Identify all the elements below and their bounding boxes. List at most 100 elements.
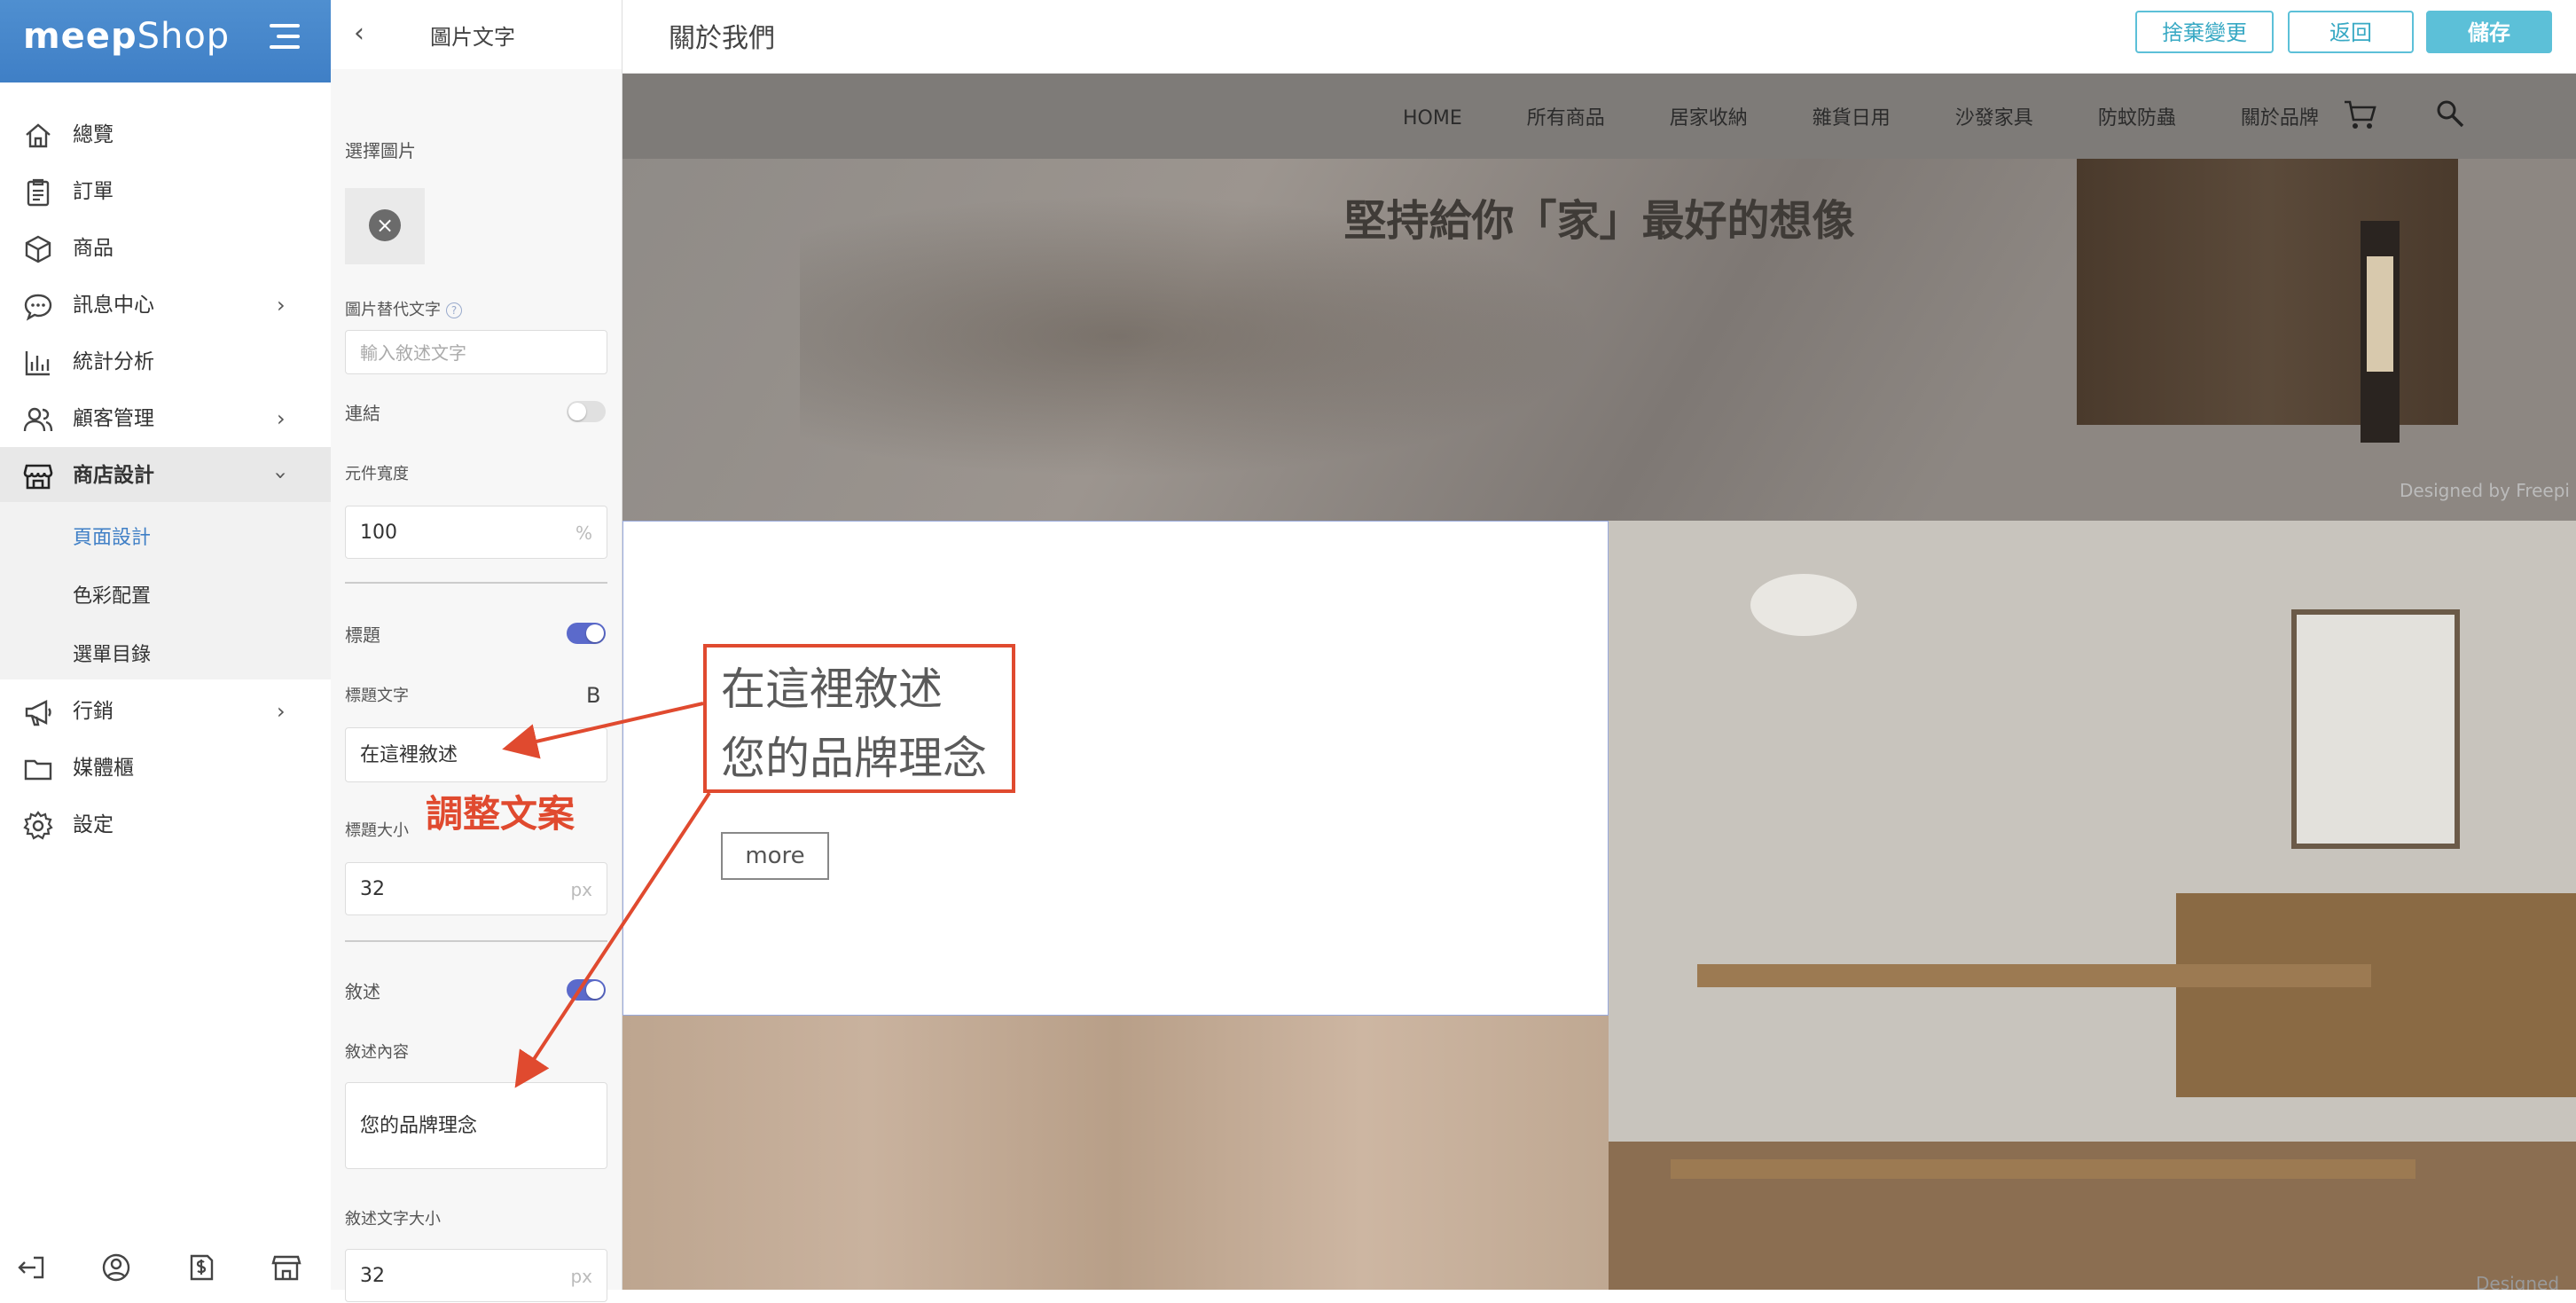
description-content-value: 您的品牌理念: [360, 1115, 478, 1137]
description-label: 敘述: [345, 981, 380, 1002]
search-icon[interactable]: [2435, 98, 2465, 129]
sidebar-item-label: 總覽: [73, 123, 114, 146]
chevron-right-icon: ›: [277, 406, 286, 431]
sidebar-item-products[interactable]: 商品: [0, 220, 331, 277]
site-nav-link[interactable]: HOME: [1403, 107, 1462, 130]
alt-text-label: 圖片替代文字?: [345, 297, 462, 320]
sidebar-item-overview[interactable]: 總覽: [0, 106, 331, 163]
site-navbar: HOME 所有商品 居家收納 雜貨日用 沙發家具 防蚊防蟲 關於品牌: [622, 74, 2576, 159]
page-title: 關於我們: [669, 23, 775, 54]
sidebar-item-label: 設定: [73, 813, 114, 836]
submenu-item-color-scheme[interactable]: 色彩配置: [73, 580, 151, 608]
alt-text-placeholder: 輸入敘述文字: [360, 342, 466, 364]
sidebar-footer: [0, 1242, 331, 1290]
heading-size-label: 標題大小: [345, 821, 409, 840]
link-toggle[interactable]: [567, 401, 606, 422]
left-sidebar: meepShop 總覽 訂單 商品 訊息中心 › 統計分析 顧客管理 › 商店設…: [0, 0, 331, 1290]
site-nav-link[interactable]: 防蚊防蟲: [2098, 107, 2176, 130]
dining-table: [1697, 964, 2371, 987]
pendant-lamp: [1750, 574, 1857, 636]
link-label: 連結: [345, 403, 380, 424]
bold-button[interactable]: B: [586, 683, 600, 708]
product-box-icon: [25, 235, 51, 263]
sidebar-item-label: 商品: [73, 237, 114, 260]
logout-icon[interactable]: [16, 1252, 46, 1283]
hero-title: 堅持給你「家」最好的想像: [1343, 196, 1855, 246]
width-unit: %: [575, 522, 592, 544]
back-chevron-icon[interactable]: ‹: [354, 18, 364, 49]
description-toggle[interactable]: [567, 979, 606, 1001]
sidebar-item-orders[interactable]: 訂單: [0, 163, 331, 220]
heading-text-label: 標題文字: [345, 687, 409, 705]
divider: [345, 582, 607, 584]
sidebar-item-settings[interactable]: 設定: [0, 797, 331, 853]
billing-icon[interactable]: [186, 1252, 216, 1283]
site-nav-link[interactable]: 雜貨日用: [1813, 107, 1891, 130]
store-icon: [23, 464, 53, 490]
description-size-unit: px: [570, 1266, 592, 1287]
select-image-label: 選擇圖片: [345, 140, 416, 161]
menu-toggle-icon[interactable]: [270, 24, 300, 52]
alt-text-input[interactable]: 輸入敘述文字: [345, 330, 607, 374]
sidebar-item-marketing[interactable]: 行銷 ›: [0, 683, 331, 740]
remove-image-icon[interactable]: ×: [369, 209, 401, 241]
sidebar-item-label: 訊息中心: [73, 294, 154, 317]
description-content-textarea[interactable]: 您的品牌理念: [345, 1082, 607, 1169]
heading-text-value: 在這裡敘述: [360, 744, 458, 766]
brand-name-bold: meep: [23, 16, 137, 57]
annotation-label: 調整文案: [426, 792, 575, 836]
megaphone-icon: [25, 700, 51, 726]
site-nav-link[interactable]: 所有商品: [1527, 107, 1605, 130]
back-button[interactable]: 返回: [2288, 11, 2414, 53]
site-nav-link[interactable]: 居家收納: [1670, 107, 1748, 130]
heading-size-unit: px: [570, 879, 592, 900]
home-icon: [26, 123, 51, 148]
sidebar-item-analytics[interactable]: 統計分析: [0, 334, 331, 390]
site-nav-link[interactable]: 關於品牌: [2241, 107, 2319, 130]
brand-header: meepShop: [0, 0, 331, 82]
description-content-label: 敘述內容: [345, 1043, 409, 1062]
discard-changes-button[interactable]: 捨棄變更: [2135, 11, 2274, 53]
more-button[interactable]: more: [721, 832, 829, 880]
sidebar-item-media[interactable]: 媒體櫃: [0, 740, 331, 797]
hero-banner: 堅持給你「家」最好的想像 Designed by Freepi: [622, 159, 2576, 521]
sidebar-item-store-design[interactable]: 商店設計 ›: [0, 447, 331, 504]
help-icon[interactable]: ?: [446, 302, 462, 318]
description-size-value: 32: [360, 1265, 385, 1287]
storefront-icon[interactable]: [271, 1252, 301, 1283]
toggle-knob: [586, 981, 604, 999]
submenu-item-menu-directory[interactable]: 選單目錄: [73, 639, 151, 667]
floor-lamp-image: [2361, 221, 2400, 443]
sidebar-item-label: 媒體櫃: [73, 757, 134, 780]
gear-icon: [23, 811, 53, 840]
sidebar-item-customers[interactable]: 顧客管理 ›: [0, 390, 331, 447]
width-input[interactable]: 100%: [345, 506, 607, 559]
divider: [345, 940, 607, 942]
store-design-submenu: 頁面設計 色彩配置 選單目錄: [0, 502, 331, 679]
panel-header: ‹ 圖片文字: [331, 0, 622, 69]
editor-topbar: 關於我們 捨棄變更 返回 儲存: [622, 0, 2576, 74]
submenu-item-page-design[interactable]: 頁面設計: [73, 522, 151, 550]
description-size-input[interactable]: 32 px: [345, 1249, 607, 1302]
heading-size-input[interactable]: 32 px: [345, 862, 607, 915]
sidebar-item-messages[interactable]: 訊息中心 ›: [0, 277, 331, 334]
site-nav-links: HOME 所有商品 居家收納 雜貨日用 沙發家具 防蚊防蟲 關於品牌: [1403, 102, 2377, 130]
heading-text-input[interactable]: 在這裡敘述: [345, 727, 607, 782]
chevron-right-icon: ›: [277, 699, 286, 724]
cart-icon[interactable]: [2343, 98, 2378, 130]
chat-icon: [24, 294, 52, 321]
chevron-down-icon: ›: [268, 471, 294, 480]
dining-room-image: Designed by Freep: [1609, 521, 2576, 1290]
toggle-knob: [586, 624, 604, 642]
account-icon[interactable]: [101, 1252, 131, 1283]
panel-title: 圖片文字: [430, 25, 515, 50]
heading-toggle[interactable]: [567, 623, 606, 644]
sideboard: [2176, 893, 2576, 1097]
site-nav-link[interactable]: 沙發家具: [1955, 107, 2033, 130]
save-button[interactable]: 儲存: [2426, 11, 2552, 53]
annotation-callout-box: [703, 644, 1015, 793]
chevron-right-icon: ›: [277, 293, 286, 318]
image-credit: Designed by Freep: [2476, 1273, 2560, 1290]
sidebar-item-label: 訂單: [73, 180, 114, 203]
brand-logo[interactable]: meepShop: [23, 16, 230, 57]
